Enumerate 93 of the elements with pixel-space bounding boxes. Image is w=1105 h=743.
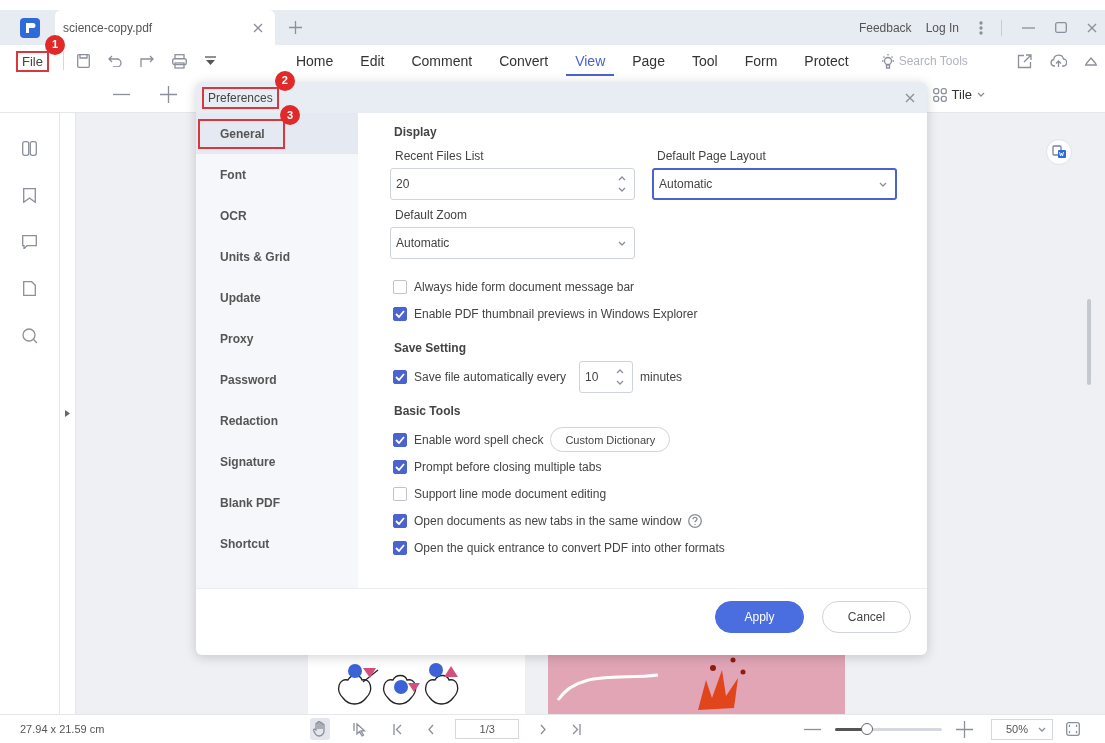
field-label: Default Page Layout — [657, 149, 767, 163]
menu-tab[interactable]: View — [566, 46, 615, 76]
checkbox-label: Open the quick entrance to convert PDF into other formats — [414, 540, 725, 555]
checkbox[interactable] — [393, 306, 407, 321]
section-heading: Basic Tools — [394, 404, 462, 418]
nav-item[interactable]: Font — [196, 154, 358, 195]
nav-item[interactable]: Proxy — [196, 318, 358, 359]
menu-tab[interactable]: Protect — [795, 46, 858, 76]
dropdown[interactable]: Automatic — [652, 168, 897, 200]
zoom-in-icon[interactable] — [956, 720, 973, 738]
caret-icon — [618, 240, 626, 246]
convert-to-word-icon[interactable] — [1046, 139, 1072, 165]
lightbulb-icon — [880, 53, 895, 69]
section-heading: Display — [394, 125, 438, 139]
nav-item[interactable]: Shortcut — [196, 523, 358, 564]
checkbox-label: Save file automatically every — [414, 369, 567, 384]
apply-button[interactable]: Apply — [715, 601, 804, 633]
checkbox[interactable] — [393, 513, 407, 528]
new-tab-icon[interactable] — [289, 21, 302, 34]
checkbox-label: Support line mode document editing — [414, 486, 607, 501]
zoom-out-icon[interactable] — [113, 93, 130, 96]
close-icon[interactable] — [1087, 22, 1097, 33]
comment-icon[interactable] — [22, 235, 37, 249]
collapse-icon[interactable] — [1085, 56, 1097, 66]
grid-icon — [932, 87, 947, 102]
nav-item[interactable]: Redaction — [196, 400, 358, 441]
custom-dictionary-button[interactable]: Custom Dictionary — [550, 427, 671, 452]
menu-tab[interactable]: Convert — [490, 46, 558, 76]
zoom-in-icon[interactable] — [160, 86, 177, 103]
thumbnails-icon[interactable] — [22, 141, 37, 156]
caret-icon — [1038, 726, 1046, 732]
unit-label: minutes — [640, 369, 683, 384]
bookmark-icon[interactable] — [23, 188, 36, 203]
more-icon[interactable] — [979, 20, 983, 35]
nav-item[interactable]: Password — [196, 359, 358, 400]
cancel-button[interactable]: Cancel — [822, 601, 911, 633]
zoom-dropdown[interactable]: 50% — [991, 718, 1053, 740]
checkbox-label: Prompt before closing multiple tabs — [414, 459, 602, 474]
checkbox[interactable] — [393, 540, 407, 555]
nav-item[interactable]: Signature — [196, 441, 358, 482]
caret-icon — [879, 181, 887, 187]
slider-thumb[interactable] — [861, 722, 874, 735]
close-icon[interactable] — [905, 92, 915, 103]
search-icon[interactable] — [21, 328, 38, 344]
nav-item[interactable]: Update — [196, 277, 358, 318]
expand-icon[interactable] — [65, 410, 70, 417]
fit-page-icon[interactable] — [1063, 719, 1083, 739]
close-icon[interactable] — [253, 22, 263, 33]
hand-tool-icon[interactable] — [310, 718, 331, 740]
help-icon[interactable] — [688, 513, 703, 528]
checkbox-label: Always hide form document message bar — [414, 279, 635, 294]
callout-badge: 2 — [274, 70, 295, 91]
header-link[interactable]: Log In — [925, 20, 959, 35]
menu-tab[interactable]: Tool — [682, 46, 727, 76]
page-icon[interactable] — [23, 281, 36, 296]
checkbox[interactable] — [393, 432, 407, 447]
save-icon[interactable] — [76, 54, 90, 68]
nav-item[interactable]: Units & Grid — [196, 236, 358, 277]
checkbox-label: Enable word spell check — [414, 432, 544, 447]
layout-button[interactable]: Tile — [932, 87, 985, 102]
nav-item[interactable]: Blank PDF — [196, 482, 358, 523]
checkbox[interactable] — [393, 486, 407, 501]
undo-icon[interactable] — [107, 55, 122, 67]
share-icon[interactable] — [1017, 53, 1032, 69]
field-label: Recent Files List — [395, 149, 485, 163]
checkbox-label: Open documents as new tabs in the same window — [414, 513, 682, 528]
print-icon[interactable] — [171, 53, 187, 69]
checkbox[interactable] — [393, 369, 407, 384]
number-field[interactable]: 10 — [579, 360, 634, 393]
checkbox[interactable] — [393, 459, 407, 474]
header-link[interactable]: Feedback — [858, 20, 912, 35]
menu-tab[interactable]: Comment — [402, 46, 482, 76]
zoom-out-icon[interactable] — [804, 727, 821, 731]
section-heading: Save Setting — [394, 341, 468, 355]
number-field[interactable]: 20 — [390, 168, 635, 200]
redo-icon[interactable] — [139, 55, 154, 67]
field-label: Default Zoom — [395, 208, 469, 222]
maximize-icon[interactable] — [1055, 22, 1067, 33]
app-logo-icon — [20, 17, 40, 38]
cloud-upload-icon[interactable] — [1050, 54, 1067, 68]
checkbox-label: Enable PDF thumbnail previews in Windows Explorer — [414, 306, 698, 321]
page-number-field[interactable]: 1/3 — [455, 719, 520, 739]
checkbox[interactable] — [393, 279, 407, 294]
menu-tab[interactable]: Form — [735, 46, 787, 76]
nav-item[interactable]: OCR — [196, 195, 358, 236]
menu-tab[interactable]: Edit — [351, 46, 394, 76]
document-tab[interactable]: science-copy.pdf — [55, 10, 275, 45]
page-size-text: 27.94 x 21.59 cm — [20, 723, 105, 735]
minimize-icon[interactable] — [1022, 26, 1035, 29]
dropdown-icon[interactable] — [204, 56, 216, 66]
menu-tab[interactable]: Page — [623, 46, 674, 76]
caret-icon — [977, 92, 985, 97]
dropdown[interactable]: Automatic — [390, 227, 635, 259]
